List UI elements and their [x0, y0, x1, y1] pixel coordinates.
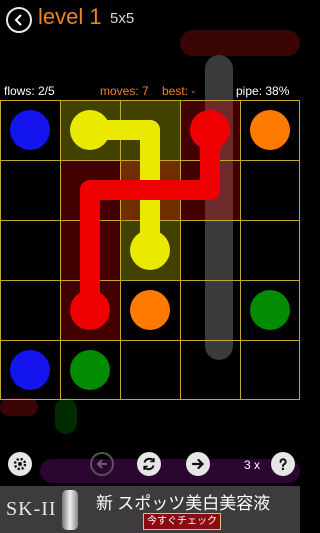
grid-line-horizontal	[0, 340, 300, 341]
arrow-left-icon	[14, 14, 22, 26]
grid-line-horizontal	[0, 280, 300, 281]
grid-size-label: 5x5	[110, 10, 135, 27]
flow-dot-blue	[10, 350, 50, 390]
ad-banner[interactable]: SK-II 新 スポッツ美白美容液 今すぐチェック	[0, 486, 300, 533]
hints-count: 3 x	[244, 458, 261, 472]
grid-line-vertical	[120, 100, 121, 400]
flow-dot-orange	[130, 290, 170, 330]
grid-line-vertical	[299, 100, 300, 400]
level-title: level 1	[38, 4, 102, 29]
background-streak-bottom-mid	[55, 398, 77, 434]
flows-counter: flows: 2/5	[4, 84, 55, 98]
arrow-left-icon	[96, 459, 107, 469]
ad-brand-logo: SK-II	[6, 498, 57, 520]
restart-icon	[143, 457, 155, 471]
ad-product-bottle	[62, 490, 78, 530]
background-streak-bottom-left	[0, 398, 38, 416]
next-level-button[interactable]	[186, 452, 210, 476]
back-button[interactable]	[6, 7, 32, 33]
grid-line-horizontal	[0, 100, 300, 101]
grid-line-vertical	[0, 100, 1, 400]
background-streak-bottom	[40, 459, 300, 483]
arrow-right-icon	[191, 458, 205, 470]
ad-cta-button[interactable]: 今すぐチェック	[143, 513, 221, 530]
hint-button[interactable]	[271, 452, 295, 476]
grid-line-vertical	[240, 100, 241, 400]
flow-dot-blue	[10, 110, 50, 150]
restart-button[interactable]	[137, 452, 161, 476]
question-icon	[279, 458, 287, 471]
previous-level-button[interactable]	[90, 452, 114, 476]
game-board[interactable]	[0, 100, 300, 400]
grid-line-horizontal	[0, 399, 300, 400]
flow-dot-red	[190, 110, 230, 150]
ad-headline: 新 スポッツ美白美容液	[96, 494, 271, 513]
flow-dot-red	[70, 290, 110, 330]
moves-counter: moves: 7	[100, 84, 149, 98]
flow-dot-orange	[250, 110, 290, 150]
flow-dot-green	[70, 350, 110, 390]
title-bar: level 1 5x5	[0, 0, 300, 40]
grid-line-vertical	[60, 100, 61, 400]
grid-line-vertical	[180, 100, 181, 400]
flow-dot-yellow	[70, 110, 110, 150]
flow-dot-yellow	[130, 230, 170, 270]
gear-icon	[13, 457, 27, 471]
pipe-percentage: pipe: 38%	[236, 84, 290, 98]
settings-button[interactable]	[8, 452, 32, 476]
best-score: best: -	[162, 84, 196, 98]
flow-dot-green	[250, 290, 290, 330]
